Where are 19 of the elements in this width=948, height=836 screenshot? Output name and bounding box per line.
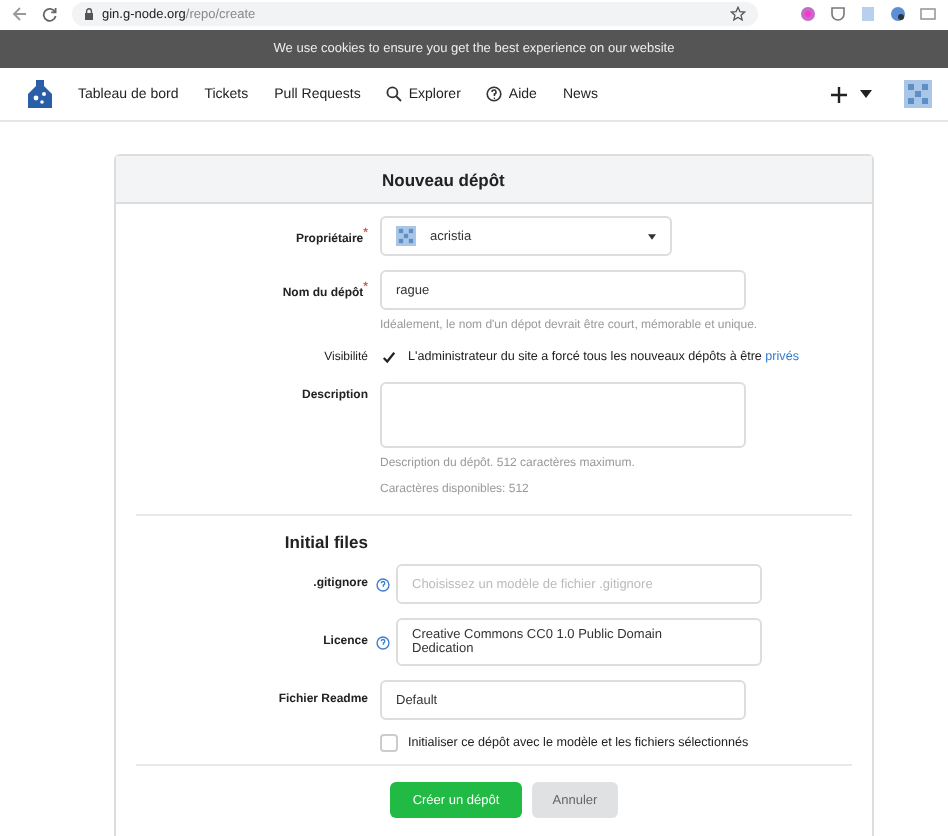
shield-icon[interactable] xyxy=(830,6,846,22)
logo-icon[interactable] xyxy=(28,80,52,108)
description-field[interactable] xyxy=(380,382,746,448)
caret-icon xyxy=(648,233,656,239)
star-icon[interactable] xyxy=(730,6,746,22)
search-icon xyxy=(386,86,403,102)
help-icon[interactable] xyxy=(376,577,390,591)
section-title: Initial files xyxy=(282,532,368,552)
lock-icon xyxy=(84,8,94,20)
reload-icon[interactable] xyxy=(42,6,58,22)
tab-icon[interactable] xyxy=(920,6,936,22)
help-icon xyxy=(486,86,503,102)
extension-icon[interactable] xyxy=(890,6,906,22)
back-icon[interactable] xyxy=(12,6,28,22)
avatar-icon xyxy=(396,226,416,246)
caret-icon[interactable] xyxy=(860,90,872,98)
card-header: Nouveau dépôt xyxy=(116,156,872,204)
plus-icon[interactable] xyxy=(830,85,848,103)
help-icon[interactable] xyxy=(376,635,390,649)
